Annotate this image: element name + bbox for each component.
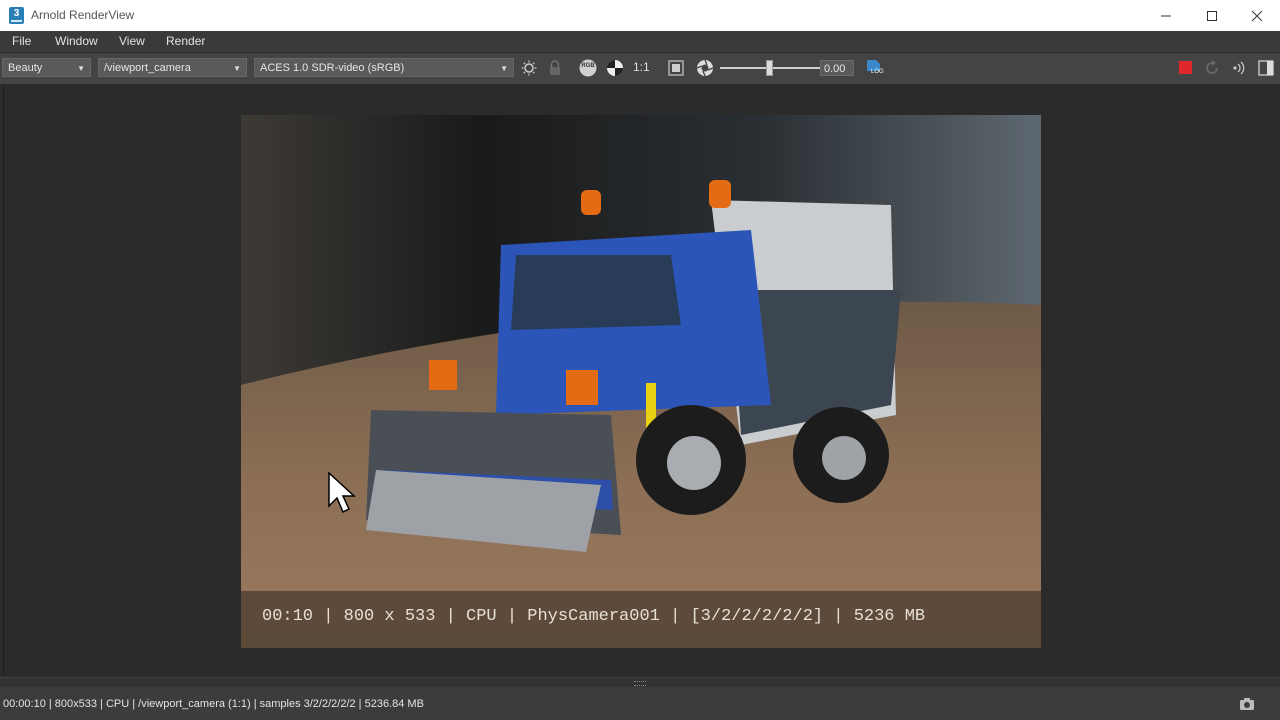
log-label: LOG — [871, 69, 884, 75]
status-bar: 00:00:10 | 800x533 | CPU | /viewport_cam… — [0, 687, 1280, 720]
minimize-icon — [1161, 15, 1171, 16]
minimize-button[interactable] — [1143, 0, 1189, 31]
rgb-channel-button[interactable]: RGB — [579, 59, 597, 77]
aperture-icon[interactable] — [696, 59, 714, 77]
maximize-icon — [1207, 10, 1217, 21]
camera-dropdown[interactable]: /viewport_camera ▼ — [98, 58, 247, 77]
panel-splitter[interactable] — [0, 677, 1280, 687]
close-button[interactable] — [1234, 0, 1280, 31]
aov-dropdown[interactable]: Beauty ▼ — [2, 58, 91, 77]
view-transform-value: ACES 1.0 SDR-video (sRGB) — [260, 62, 405, 74]
camera-dropdown-value: /viewport_camera — [104, 62, 191, 74]
side-panel-icon[interactable] — [1257, 59, 1275, 77]
toolbar: Beauty ▼ /viewport_camera ▼ ACES 1.0 SDR-v… — [0, 53, 1280, 85]
ipr-broadcast-icon[interactable] — [1230, 59, 1248, 77]
sun-icon[interactable] — [520, 59, 538, 77]
title-bar: 3 Arnold RenderView — [0, 0, 1280, 32]
color-picker-icon[interactable] — [606, 59, 624, 77]
render-info-text: 00:10 | 800 x 533 | CPU | PhysCamera001 … — [262, 607, 926, 626]
zoom-level[interactable]: 1:1 — [633, 60, 650, 74]
grip-icon — [634, 681, 646, 686]
render-info-overlay: 00:10 | 800 x 533 | CPU | PhysCamera001 … — [241, 591, 1041, 648]
mouse-cursor-icon — [328, 472, 356, 514]
lock-icon[interactable] — [546, 59, 564, 77]
exposure-input[interactable]: 0.00 — [820, 60, 854, 76]
menu-bar: File Window View Render — [0, 31, 1280, 53]
menu-view[interactable]: View — [119, 34, 145, 48]
chevron-down-icon: ▼ — [233, 64, 241, 73]
chevron-down-icon: ▼ — [500, 64, 508, 73]
maximize-button[interactable] — [1189, 0, 1235, 31]
rendered-image[interactable] — [241, 115, 1041, 648]
frame-icon[interactable] — [667, 59, 685, 77]
chevron-down-icon: ▼ — [77, 64, 85, 73]
refresh-icon[interactable] — [1203, 59, 1221, 77]
menu-file[interactable]: File — [12, 34, 31, 48]
menu-render[interactable]: Render — [166, 34, 205, 48]
rgb-label: RGB — [581, 63, 595, 69]
menu-window[interactable]: Window — [55, 34, 98, 48]
exposure-slider-handle[interactable] — [766, 60, 773, 76]
status-text: 00:00:10 | 800x533 | CPU | /viewport_cam… — [3, 698, 424, 710]
close-icon — [1251, 10, 1263, 21]
app-icon: 3 — [9, 7, 24, 24]
snapshot-camera-icon[interactable] — [1238, 695, 1256, 713]
aov-dropdown-value: Beauty — [8, 62, 43, 74]
log-icon[interactable]: LOG — [865, 59, 884, 77]
view-transform-dropdown[interactable]: ACES 1.0 SDR-video (sRGB) ▼ — [254, 58, 514, 77]
window-title: Arnold RenderView — [31, 8, 135, 22]
stop-render-button[interactable] — [1179, 61, 1192, 74]
